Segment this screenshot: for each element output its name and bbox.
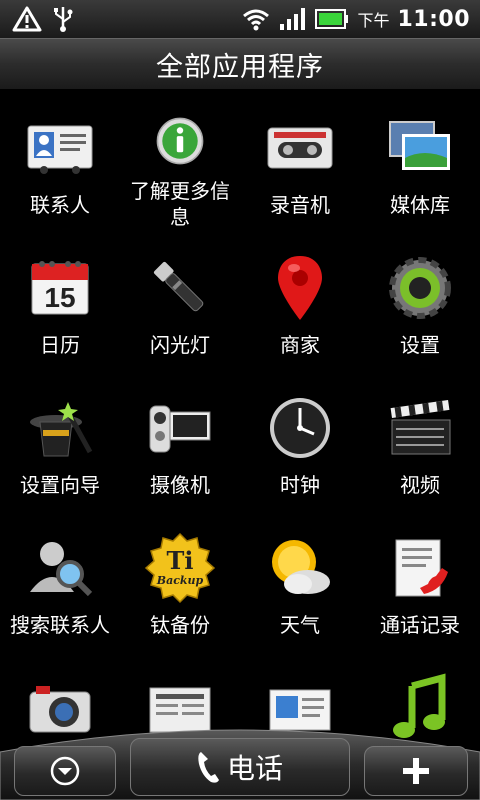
voice-recorder-icon [267,127,333,169]
places-pin-icon [278,256,322,320]
app-settings[interactable]: 设置 [360,230,480,370]
phone-label: 电话 [226,752,283,785]
collapse-button[interactable] [14,746,116,796]
phone-handset-icon [198,752,219,783]
people-search-icon [30,542,93,597]
add-button[interactable] [364,746,468,796]
settings-gear-icon [389,257,451,319]
app-label: 设置向导 [20,473,100,497]
info-icon [156,117,204,165]
app-camcorder[interactable]: 摄像机 [120,370,240,510]
app-gallery[interactable]: 媒体库 [360,90,480,230]
signal-icon [280,8,306,30]
ti-badge-text: Ti [167,546,194,575]
gallery-icon [389,121,450,170]
app-calendar[interactable]: 15 日历 [0,230,120,370]
app-contacts[interactable]: 联系人 [0,90,120,230]
app-call-log[interactable]: 通话记录 [360,510,480,650]
app-label: 摄像机 [150,473,210,497]
app-places[interactable]: 商家 [240,230,360,370]
flashlight-icon [153,261,204,312]
app-flashlight[interactable]: 闪光灯 [120,230,240,370]
clock-icon [270,398,330,458]
bottom-dock: 电话 [0,722,480,800]
app-label: 时钟 [280,473,320,497]
app-video[interactable]: 视频 [360,370,480,510]
collapse-down-icon [50,756,80,786]
wifi-icon [243,9,270,31]
magic-hat-icon [30,402,93,457]
titanium-backup-icon: Ti Backup [144,532,216,604]
app-people-search[interactable]: 搜索联系人 [0,510,120,650]
app-clock[interactable]: 时钟 [240,370,360,510]
app-learn-more[interactable]: 了解更多信息 [120,90,240,230]
phone-button[interactable]: 电话 [130,738,350,796]
app-label: 了解更多信息 [130,179,230,229]
contacts-icon [27,125,93,174]
app-titanium-backup[interactable]: Ti Backup 钛备份 [120,510,240,650]
usb-icon [54,7,73,32]
title-bar: 全部应用程序 [0,38,480,90]
app-label: 录音机 [270,193,330,217]
weather-icon [272,540,330,594]
page-title: 全部应用程序 [156,51,324,83]
app-label: 通话记录 [380,613,460,637]
status-bar: 下午 11:00 [0,0,480,38]
app-label: 视频 [400,473,440,497]
app-label: 搜索联系人 [10,613,110,637]
calendar-date: 15 [44,282,75,313]
app-weather[interactable]: 天气 [240,510,360,650]
plus-icon [403,758,429,784]
app-label: 钛备份 [150,613,210,637]
app-label: 天气 [280,613,320,637]
backup-badge-text: Backup [156,574,204,587]
app-label: 媒体库 [390,193,450,217]
clapperboard-icon [390,400,451,455]
app-label: 日历 [40,333,80,357]
call-log-icon [395,539,448,597]
app-label: 联系人 [30,193,90,217]
app-setup-wizard[interactable]: 设置向导 [0,370,120,510]
battery-icon [315,9,349,29]
clock-time: 11:00 [397,6,470,32]
camcorder-icon [149,405,211,453]
app-grid: 联系人 了解更多信息 录音机 媒体库 15 日历 闪光灯 商家 设置 设置向导 … [0,90,480,738]
app-label: 设置 [400,333,440,357]
calendar-icon: 15 [31,261,89,315]
warning-icon [12,6,42,32]
app-label: 闪光灯 [150,333,210,357]
app-voice-recorder[interactable]: 录音机 [240,90,360,230]
app-label: 商家 [280,333,320,357]
ampm-label: 下午 [357,11,390,30]
